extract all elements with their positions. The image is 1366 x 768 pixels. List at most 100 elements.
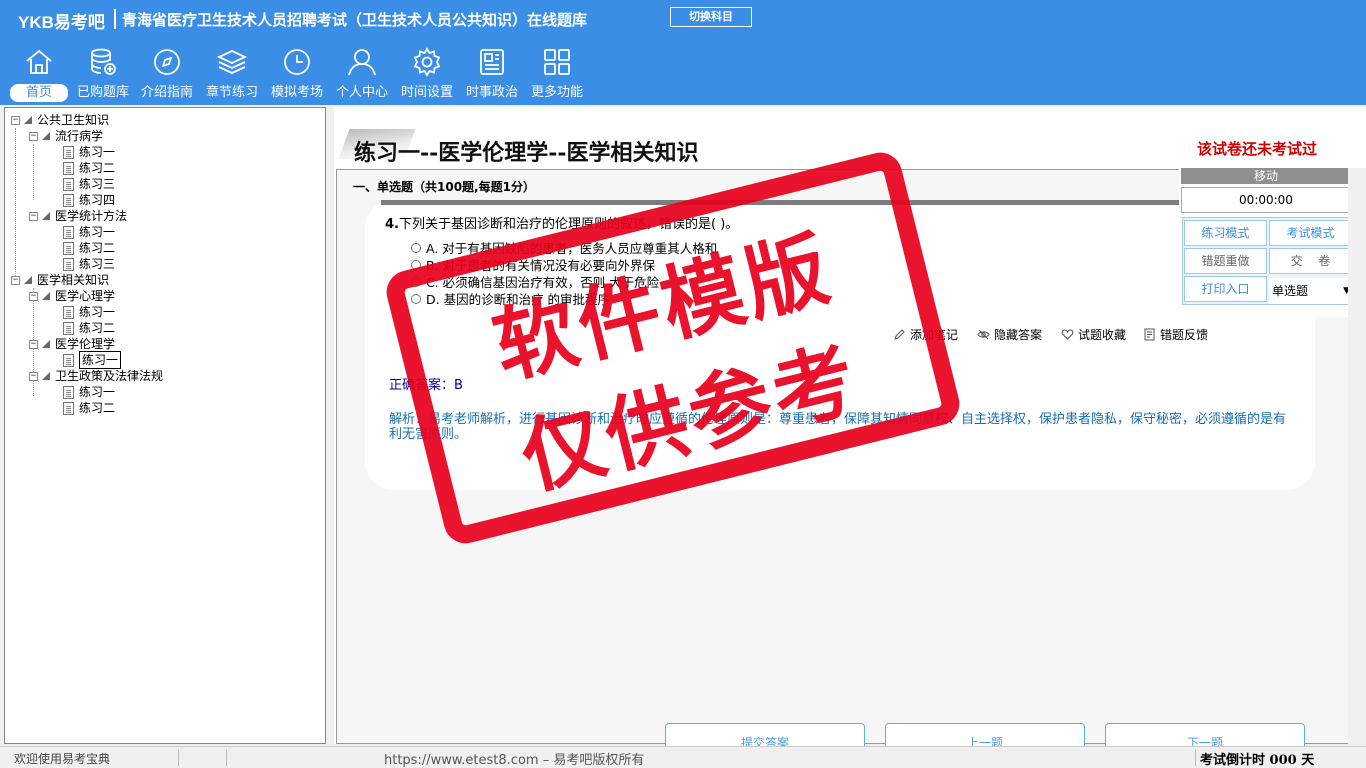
nav-chapter-practice[interactable]: 章节练习 (201, 46, 263, 104)
nav-purchased[interactable]: 已购题库 (72, 46, 134, 104)
document-icon (63, 401, 74, 415)
nav-mock-exam[interactable]: 模拟考场 (266, 46, 328, 104)
exam-mode-button[interactable]: 考试模式 (1269, 220, 1352, 246)
collapse-toggle[interactable]: − (11, 275, 20, 285)
tree-item-exercise[interactable]: 练习三 (63, 256, 115, 272)
tree-label: 练习一 (79, 145, 116, 159)
tree-item-exercise[interactable]: 练习二 (63, 160, 115, 176)
nav-label: 时事政治 (465, 85, 518, 100)
tree-label: 医学相关知识 (37, 273, 110, 287)
paper-title: 练习一--医学伦理学--医学相关知识 (354, 140, 699, 166)
question-type-select[interactable]: 单选题 ▼ (1269, 278, 1353, 304)
compass-icon (154, 49, 180, 75)
header-bar: YKB易考吧 青海省医疗卫生技术人员招聘考试（卫生技术人员公共知识）在线题库 切… (0, 0, 1366, 105)
nav-label: 模拟考场 (270, 85, 323, 100)
switch-subject-button[interactable]: 切换科目 (670, 7, 752, 27)
document-icon (63, 321, 74, 335)
tree-item-exercise[interactable]: 练习二 (63, 320, 115, 336)
chapter-tree: − 公共卫生知识 − 流行病学 练习一 练习二 练习三 练习四 − 医学统计方法 练习… (4, 107, 326, 744)
tool-label: 隐藏答案 (994, 328, 1043, 342)
exam-control-panel: 移动 00:00:00 练习模式 考试模式 错题重做 交 卷 打印入口 单选题 ▼ (1179, 167, 1353, 317)
newspaper-icon (480, 49, 504, 75)
nav-time-settings[interactable]: 时间设置 (396, 46, 458, 104)
document-icon (63, 257, 74, 271)
nav-label: 时间设置 (400, 85, 453, 100)
tree-node-chapter[interactable]: − 医学伦理学 (29, 336, 115, 352)
collapse-toggle[interactable]: − (29, 291, 38, 301)
tree-node-root[interactable]: − 公共卫生知识 (11, 112, 109, 128)
submit-paper-button[interactable]: 交 卷 (1269, 248, 1352, 274)
question-number: 4. (385, 217, 399, 232)
tree-item-exercise[interactable]: 练习一 (63, 304, 115, 320)
collapse-toggle[interactable]: − (29, 339, 38, 349)
nav-more-functions[interactable]: 更多功能 (526, 46, 588, 104)
tree-node-chapter[interactable]: − 卫生政策及法律法规 (29, 368, 163, 384)
tree-label: 练习三 (79, 257, 116, 271)
tree-label: 医学统计方法 (55, 209, 128, 223)
grid-icon (544, 49, 570, 75)
tree-item-exercise[interactable]: 练习二 (63, 400, 115, 416)
nav-personal-center[interactable]: 个人中心 (331, 46, 393, 104)
document-icon (63, 385, 74, 399)
document-icon (63, 193, 74, 207)
collapse-toggle[interactable]: − (29, 211, 38, 221)
nav-home[interactable]: 首页 (8, 46, 70, 104)
tree-label: 公共卫生知识 (37, 113, 110, 127)
feedback-icon (1144, 328, 1155, 341)
app-title: 青海省医疗卫生技术人员招聘考试（卫生技术人员公共知识）在线题库 (122, 11, 588, 29)
tree-label: 练习二 (79, 321, 116, 335)
collapse-toggle[interactable]: − (11, 115, 20, 125)
document-icon (63, 225, 74, 239)
tree-label: 卫生政策及法律法规 (55, 369, 164, 383)
tree-item-exercise[interactable]: 练习一 (63, 224, 115, 240)
nav-label: 更多功能 (530, 85, 583, 100)
move-handle[interactable]: 移动 (1181, 168, 1351, 184)
folder-triangle-icon (42, 372, 50, 380)
nav-current-affairs[interactable]: 时事政治 (461, 46, 523, 104)
tree-item-exercise[interactable]: 练习一 (63, 384, 115, 400)
practice-mode-button[interactable]: 练习模式 (1184, 220, 1267, 246)
user-icon (348, 49, 376, 76)
document-icon (63, 353, 74, 367)
collapse-toggle[interactable]: − (29, 371, 38, 381)
exam-status: 该试卷还未考试过 (1197, 140, 1318, 158)
tree-node-root[interactable]: − 医学相关知识 (11, 272, 109, 288)
exam-countdown: 考试倒计时 000 天 (1200, 753, 1315, 768)
vertical-scrollbar[interactable] (1348, 168, 1366, 744)
tree-node-chapter[interactable]: − 流行病学 (29, 128, 103, 144)
collapse-toggle[interactable]: − (29, 131, 38, 141)
nav-guide[interactable]: 介绍指南 (136, 46, 198, 104)
print-button[interactable]: 打印入口 (1184, 276, 1267, 302)
clock-icon (284, 49, 310, 75)
copyright-url: https://www.etest8.com – 易考吧版权所有 (384, 753, 645, 768)
tree-label: 流行病学 (55, 129, 104, 143)
hide-answer-button[interactable]: 隐藏答案 (977, 326, 1042, 343)
report-error-button[interactable]: 错题反馈 (1143, 326, 1208, 343)
welcome-text: 欢迎使用易考宝典 (14, 752, 111, 766)
tree-item-exercise[interactable]: 练习一 (63, 144, 115, 160)
tree-label: 医学伦理学 (55, 337, 116, 351)
favorite-button[interactable]: 试题收藏 (1061, 326, 1126, 343)
layers-icon (216, 50, 248, 74)
heart-icon (1061, 329, 1074, 340)
nav-label: 个人中心 (335, 85, 388, 100)
tree-label: 练习一 (79, 385, 116, 399)
tree-node-chapter[interactable]: − 医学心理学 (29, 288, 115, 304)
redo-wrong-button[interactable]: 错题重做 (1184, 248, 1267, 274)
tree-label: 练习一 (79, 305, 116, 319)
section-title: 一、单选题（共100题,每题1分） (353, 180, 535, 194)
eye-icon (977, 329, 990, 340)
folder-triangle-icon (42, 340, 50, 348)
tree-item-exercise[interactable]: 练习四 (63, 192, 115, 208)
nav-label: 首页 (10, 84, 68, 102)
radio-button[interactable] (411, 242, 421, 253)
document-icon (63, 241, 74, 255)
tree-label: 练习一 (79, 351, 122, 369)
tree-item-exercise[interactable]: 练习二 (63, 240, 115, 256)
app-logo: YKB易考吧 (18, 13, 105, 32)
tree-label: 练习四 (79, 193, 116, 207)
tree-item-exercise[interactable]: 练习三 (63, 176, 115, 192)
tree-item-exercise-selected[interactable]: 练习一 (63, 351, 122, 369)
tree-node-chapter[interactable]: − 医学统计方法 (29, 208, 127, 224)
folder-triangle-icon (24, 276, 32, 284)
